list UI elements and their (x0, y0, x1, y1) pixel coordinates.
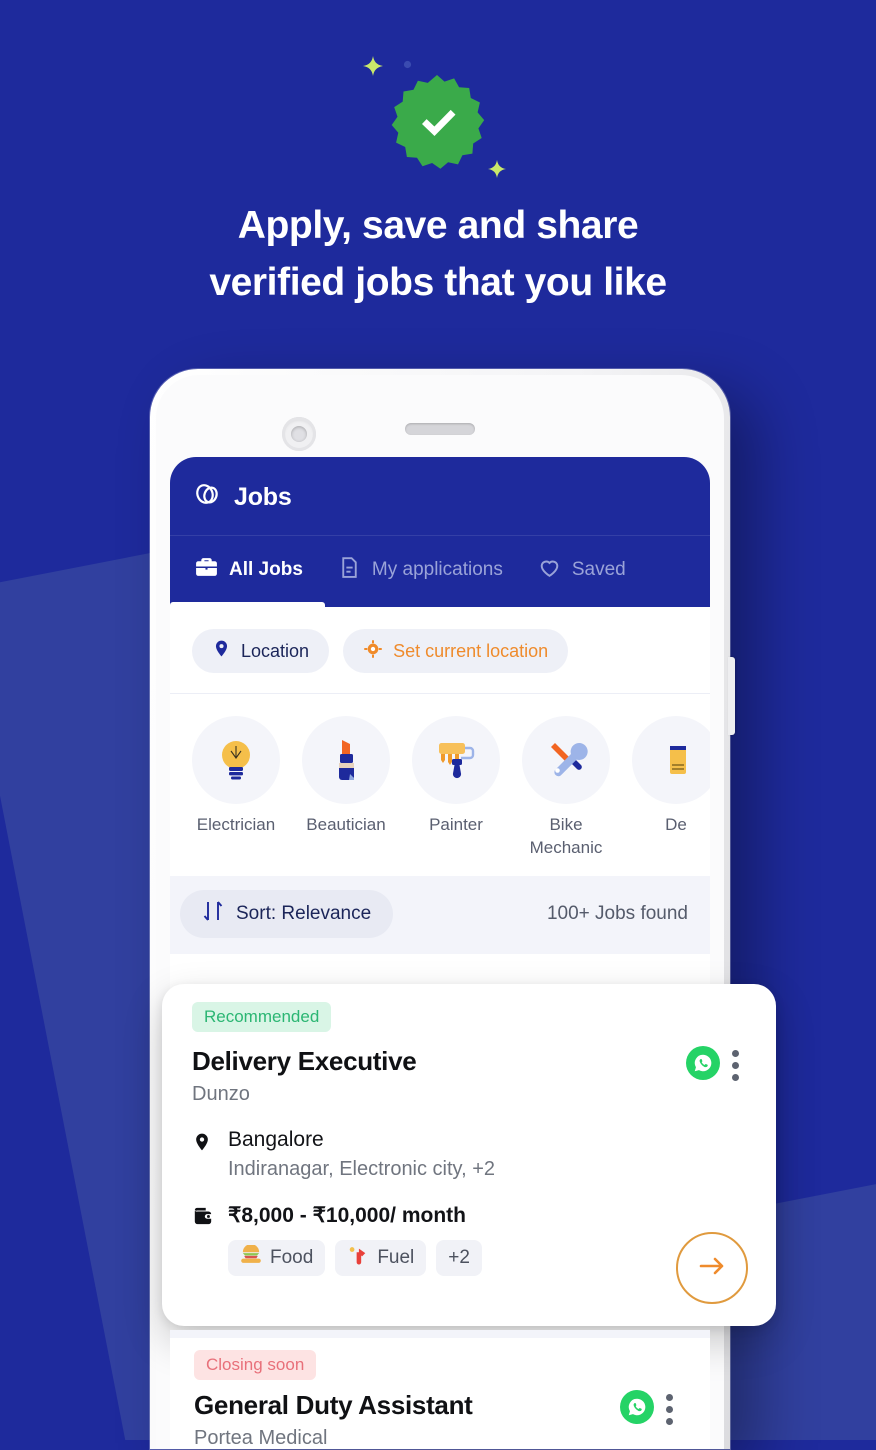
document-icon (337, 555, 362, 585)
category-electrician[interactable]: Electrician (192, 716, 280, 860)
job-card-delivery-executive[interactable]: Recommended Delivery Executive Dunzo Ban… (162, 984, 776, 1326)
location-filter-label: Location (241, 640, 310, 661)
heart-icon (537, 555, 562, 585)
sort-button[interactable]: Sort: Relevance (180, 889, 394, 938)
tab-label-all-jobs: All Jobs (229, 559, 303, 580)
location-filter-row: Location Set current location (170, 607, 710, 694)
set-current-location-label: Set current location (393, 640, 549, 661)
tab-saved[interactable]: Saved (537, 555, 626, 607)
job-title-2: General Duty Assistant (194, 1390, 473, 1420)
verified-badge-icon (386, 72, 488, 174)
tab-label-my-applications: My applications (371, 559, 503, 580)
status-badge-recommended: Recommended (192, 1002, 332, 1032)
kebab-menu-icon[interactable] (720, 1046, 750, 1081)
perk-food: Food (228, 1240, 326, 1276)
job-location-row: Bangalore Indiranagar, Electronic city, … (192, 1128, 750, 1181)
phone-volume-button[interactable] (728, 657, 735, 735)
sort-label: Sort: Relevance (236, 902, 372, 924)
category-painter[interactable]: Painter (412, 716, 500, 860)
location-filter-button[interactable]: Location (192, 629, 330, 673)
headline-line-2: verified jobs that you like (209, 260, 667, 304)
app-header: Jobs (170, 457, 710, 535)
tab-my-applications[interactable]: My applications (337, 555, 503, 607)
perk-label-more: +2 (448, 1247, 470, 1268)
burger-emoji-icon (240, 1244, 262, 1271)
category-bike-mechanic[interactable]: Bike Mechanic (522, 716, 610, 860)
job-title: Delivery Executive (192, 1046, 417, 1076)
job-perks: Food Fuel +2 (228, 1240, 482, 1276)
whatsapp-icon[interactable] (686, 1046, 720, 1080)
page-headline: Apply, save and share verified jobs that… (0, 198, 876, 311)
job-company-2: Portea Medical (194, 1427, 328, 1449)
apna-loop-logo-icon (194, 481, 222, 514)
job-salary: ₹8,000 - ₹10,000/ month (228, 1204, 466, 1227)
map-pin-icon (192, 1128, 214, 1181)
category-label-partial: De (665, 815, 687, 834)
arrow-right-icon (696, 1252, 728, 1285)
front-camera-icon (282, 417, 316, 451)
category-label-beautician: Beautician (306, 815, 386, 834)
tab-label-saved: Saved (571, 559, 626, 580)
job-next-button[interactable] (676, 1232, 748, 1304)
wrench-screwdriver-icon (522, 716, 610, 804)
hero-section: Apply, save and share verified jobs that… (0, 0, 876, 330)
job-city: Bangalore (228, 1128, 324, 1151)
perk-fuel: Fuel (335, 1240, 427, 1276)
whatsapp-icon[interactable] (620, 1390, 654, 1424)
headline-line-1: Apply, save and share (237, 204, 639, 247)
lipstick-icon (302, 716, 390, 804)
perk-more: +2 (436, 1240, 482, 1276)
wallet-icon (192, 1203, 214, 1276)
lightbulb-icon (192, 716, 280, 804)
fuel-pump-emoji-icon (347, 1245, 369, 1271)
job-salary-row: ₹8,000 - ₹10,000/ month Food Fuel +2 (192, 1203, 750, 1276)
partial-icon (632, 716, 710, 804)
crosshair-icon (363, 639, 383, 664)
kebab-menu-icon[interactable] (654, 1390, 684, 1425)
tab-all-jobs[interactable]: All Jobs (170, 555, 325, 607)
perk-label-fuel: Fuel (377, 1247, 415, 1268)
perk-label-food: Food (270, 1247, 314, 1268)
app-title: Jobs (234, 483, 292, 511)
status-badge-closing-soon: Closing soon (194, 1350, 317, 1380)
set-current-location-button[interactable]: Set current location (343, 629, 569, 673)
tab-bar: All Jobs My applications Saved (170, 535, 710, 607)
briefcase-icon (194, 555, 219, 585)
paint-roller-icon (412, 716, 500, 804)
sparkle-icon-dot (403, 60, 412, 69)
category-label-painter: Painter (429, 815, 483, 834)
job-areas: Indiranagar, Electronic city, +2 (228, 1158, 495, 1180)
sparkle-icon-right (488, 160, 506, 178)
tab-active-indicator (170, 602, 325, 607)
sort-bar: Sort: Relevance 100+ Jobs found (170, 875, 710, 954)
earpiece-speaker (405, 423, 475, 435)
category-carousel[interactable]: Electrician Beautician Painter Bike Mech… (170, 694, 710, 876)
category-partial[interactable]: De (632, 716, 710, 860)
job-company: Dunzo (192, 1083, 250, 1105)
sort-arrows-icon (202, 899, 224, 928)
category-label-bike-mechanic: Bike Mechanic (529, 815, 603, 857)
sparkle-icon-left (363, 56, 383, 76)
map-pin-icon (212, 639, 231, 663)
job-card-general-duty-assistant[interactable]: Closing soon General Duty Assistant Port… (170, 1338, 710, 1449)
category-beautician[interactable]: Beautician (302, 716, 390, 860)
category-label-electrician: Electrician (196, 815, 276, 834)
jobs-found-count: 100+ Jobs found (546, 902, 688, 924)
